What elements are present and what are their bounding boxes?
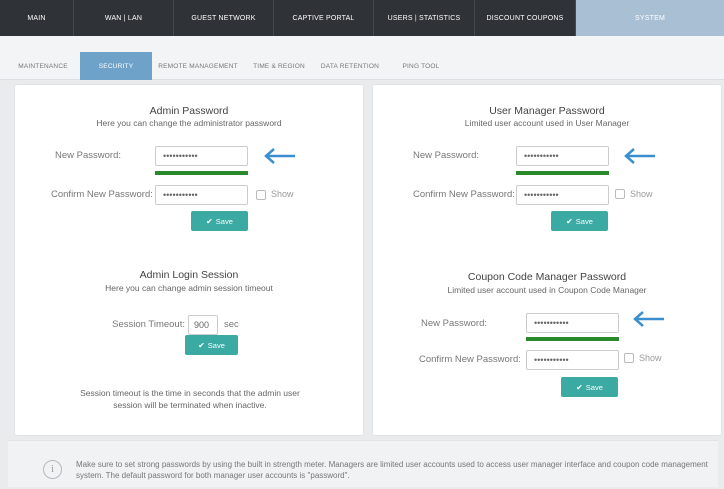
user-manager-show-label: Show: [630, 189, 653, 199]
user-manager-new-password-input[interactable]: •••••••••••: [516, 146, 609, 166]
coupon-manager-show-password-checkbox[interactable]: [624, 353, 634, 363]
admin-show-password-checkbox[interactable]: [256, 190, 266, 200]
subtab-security[interactable]: SECURITY: [80, 52, 152, 80]
checkmark-icon: ✔: [198, 340, 205, 350]
checkmark-icon: ✔: [206, 216, 213, 226]
coupon-manager-strength-meter: [526, 337, 619, 341]
save-label: Save: [575, 216, 593, 226]
manager-panel: User Manager Password Limited user accou…: [372, 84, 722, 436]
admin-confirm-password-input[interactable]: •••••••••••: [155, 185, 248, 205]
checkmark-icon: ✔: [576, 382, 583, 392]
admin-session-save-button[interactable]: ✔ Save: [185, 335, 238, 355]
tab-captive-portal[interactable]: CAPTIVE PORTAL: [274, 0, 374, 36]
tab-main[interactable]: MAIN: [0, 0, 74, 36]
user-manager-title: User Manager Password: [489, 105, 605, 117]
tab-users-statistics[interactable]: USERS | STATISTICS: [374, 0, 475, 36]
subtab-time-region[interactable]: TIME & REGION: [248, 52, 310, 80]
admin-password-subtitle: Here you can change the administrator pa…: [96, 118, 282, 128]
save-label: Save: [215, 216, 233, 226]
admin-session-title: Admin Login Session: [139, 269, 239, 281]
admin-password-save-button[interactable]: ✔ Save: [191, 211, 248, 231]
arrow-left-icon: [624, 148, 655, 164]
arrow-left-icon: [264, 148, 295, 164]
coupon-manager-save-button[interactable]: ✔ Save: [561, 377, 618, 397]
coupon-manager-new-password-input[interactable]: •••••••••••: [526, 313, 619, 333]
admin-new-password-label: New Password:: [55, 150, 121, 161]
tab-guest-network[interactable]: GUEST NETWORK: [174, 0, 274, 36]
info-bar: i Make sure to set strong passwords by u…: [8, 440, 718, 487]
admin-panel: Admin Password Here you can change the a…: [14, 84, 364, 436]
admin-password-strength-meter: [155, 171, 248, 175]
user-manager-new-password-label: New Password:: [413, 150, 479, 161]
subtab-data-retention[interactable]: DATA RETENTION: [315, 52, 385, 80]
tab-discount-coupons[interactable]: DISCOUNT COUPONS: [475, 0, 576, 36]
coupon-manager-confirm-password-label: Confirm New Password:: [419, 354, 521, 365]
admin-show-label: Show: [271, 189, 294, 199]
session-timeout-label: Session Timeout:: [112, 319, 185, 330]
session-timeout-input[interactable]: 900: [188, 315, 218, 335]
info-icon: i: [43, 460, 62, 479]
user-manager-confirm-password-label: Confirm New Password:: [413, 189, 515, 200]
coupon-manager-new-password-label: New Password:: [421, 318, 487, 329]
tab-wan-lan[interactable]: WAN | LAN: [74, 0, 174, 36]
coupon-manager-title: Coupon Code Manager Password: [467, 271, 627, 283]
top-navigation: MAIN WAN | LAN GUEST NETWORK CAPTIVE POR…: [0, 0, 724, 36]
user-manager-subtitle: Limited user account used in User Manage…: [464, 118, 630, 128]
tab-system[interactable]: SYSTEM: [576, 0, 724, 36]
sub-navigation: MAINTENANCE SECURITY REMOTE MANAGEMENT T…: [0, 36, 724, 80]
checkmark-icon: ✔: [566, 216, 573, 226]
user-manager-save-button[interactable]: ✔ Save: [551, 211, 608, 231]
admin-password-title: Admin Password: [149, 105, 229, 117]
subtab-ping-tool[interactable]: PING TOOL: [392, 52, 450, 80]
admin-confirm-password-label: Confirm New Password:: [51, 189, 153, 200]
coupon-manager-subtitle: Limited user account used in Coupon Code…: [447, 285, 647, 295]
user-manager-show-password-checkbox[interactable]: [615, 189, 625, 199]
arrow-left-icon: [633, 311, 664, 327]
coupon-manager-show-label: Show: [639, 353, 662, 363]
info-text: Make sure to set strong passwords by usi…: [76, 460, 708, 480]
session-timeout-note: Session timeout is the time in seconds t…: [80, 388, 300, 410]
admin-session-subtitle: Here you can change admin session timeou…: [105, 283, 273, 293]
save-label: Save: [207, 340, 225, 350]
subtab-remote-management[interactable]: REMOTE MANAGEMENT: [153, 52, 243, 80]
coupon-manager-confirm-password-input[interactable]: •••••••••••: [526, 350, 619, 370]
save-label: Save: [585, 382, 603, 392]
subtab-maintenance[interactable]: MAINTENANCE: [8, 52, 78, 80]
admin-new-password-input[interactable]: •••••••••••: [155, 146, 248, 166]
user-manager-strength-meter: [516, 171, 609, 175]
session-timeout-unit: sec: [224, 319, 239, 330]
user-manager-confirm-password-input[interactable]: •••••••••••: [516, 185, 609, 205]
